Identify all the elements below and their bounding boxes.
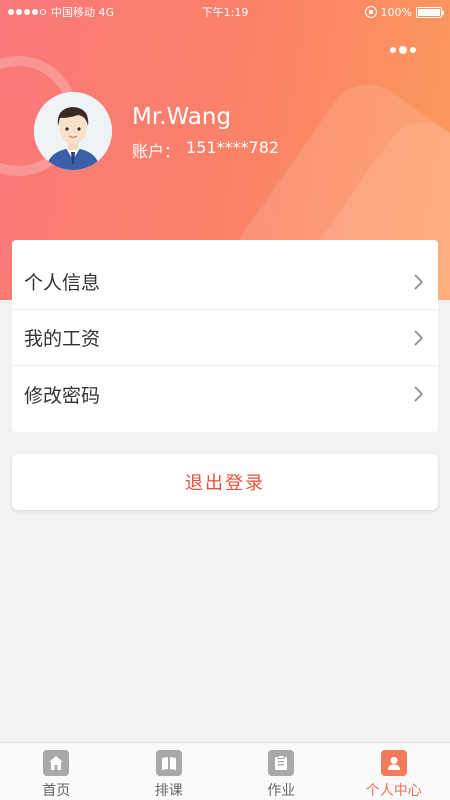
chevron-right-icon <box>414 329 424 346</box>
menu-item-label: 修改密码 <box>24 384 101 407</box>
chevron-right-icon <box>414 386 424 402</box>
rotation-lock-icon <box>364 6 377 18</box>
tab-homework[interactable]: 作业 <box>225 743 338 800</box>
tab-label: 首页 <box>42 783 71 799</box>
logout-button[interactable]: 退出登录 <box>12 454 438 510</box>
battery-icon <box>416 6 444 18</box>
avatar[interactable] <box>34 92 112 170</box>
tab-profile[interactable]: 个人中心 <box>338 743 450 800</box>
user-name: Mr.Wang <box>132 104 232 130</box>
tab-label: 个人中心 <box>365 783 422 799</box>
tab-schedule[interactable]: 排课 <box>113 743 226 800</box>
avatar-illustration <box>34 92 112 170</box>
menu-item-label: 个人信息 <box>24 272 101 294</box>
chevron-right-icon <box>414 273 424 290</box>
book-icon <box>155 750 182 776</box>
person-icon <box>380 750 407 776</box>
clock: 下午1:19 <box>201 6 249 19</box>
menu-item-my-salary[interactable]: 我的工资 <box>12 310 438 366</box>
menu-item-label: 我的工资 <box>24 328 101 350</box>
home-icon <box>43 750 70 776</box>
tab-label: 排课 <box>154 783 183 799</box>
account-info: 账户： 151****782 <box>132 138 279 162</box>
battery-percent: 100% <box>380 5 412 19</box>
account-number: 151****782 <box>186 138 280 157</box>
account-label: 账户： <box>132 142 181 161</box>
status-bar: 中国移动 4G 下午1:19 100% <box>0 0 450 24</box>
signal-icon <box>8 9 46 15</box>
settings-menu: 个人信息 我的工资 修改密码 <box>12 240 438 432</box>
menu-item-change-password[interactable]: 修改密码 <box>12 366 438 422</box>
menu-item-personal-info[interactable]: 个人信息 <box>12 254 438 310</box>
tab-home[interactable]: 首页 <box>0 743 113 800</box>
carrier-label: 中国移动 4G <box>51 6 115 19</box>
clipboard-icon <box>268 750 295 776</box>
tab-label: 作业 <box>267 783 296 799</box>
more-options-button[interactable] <box>386 40 420 60</box>
bottom-tab-bar: 首页 排课 作业 个人中心 <box>0 742 450 800</box>
